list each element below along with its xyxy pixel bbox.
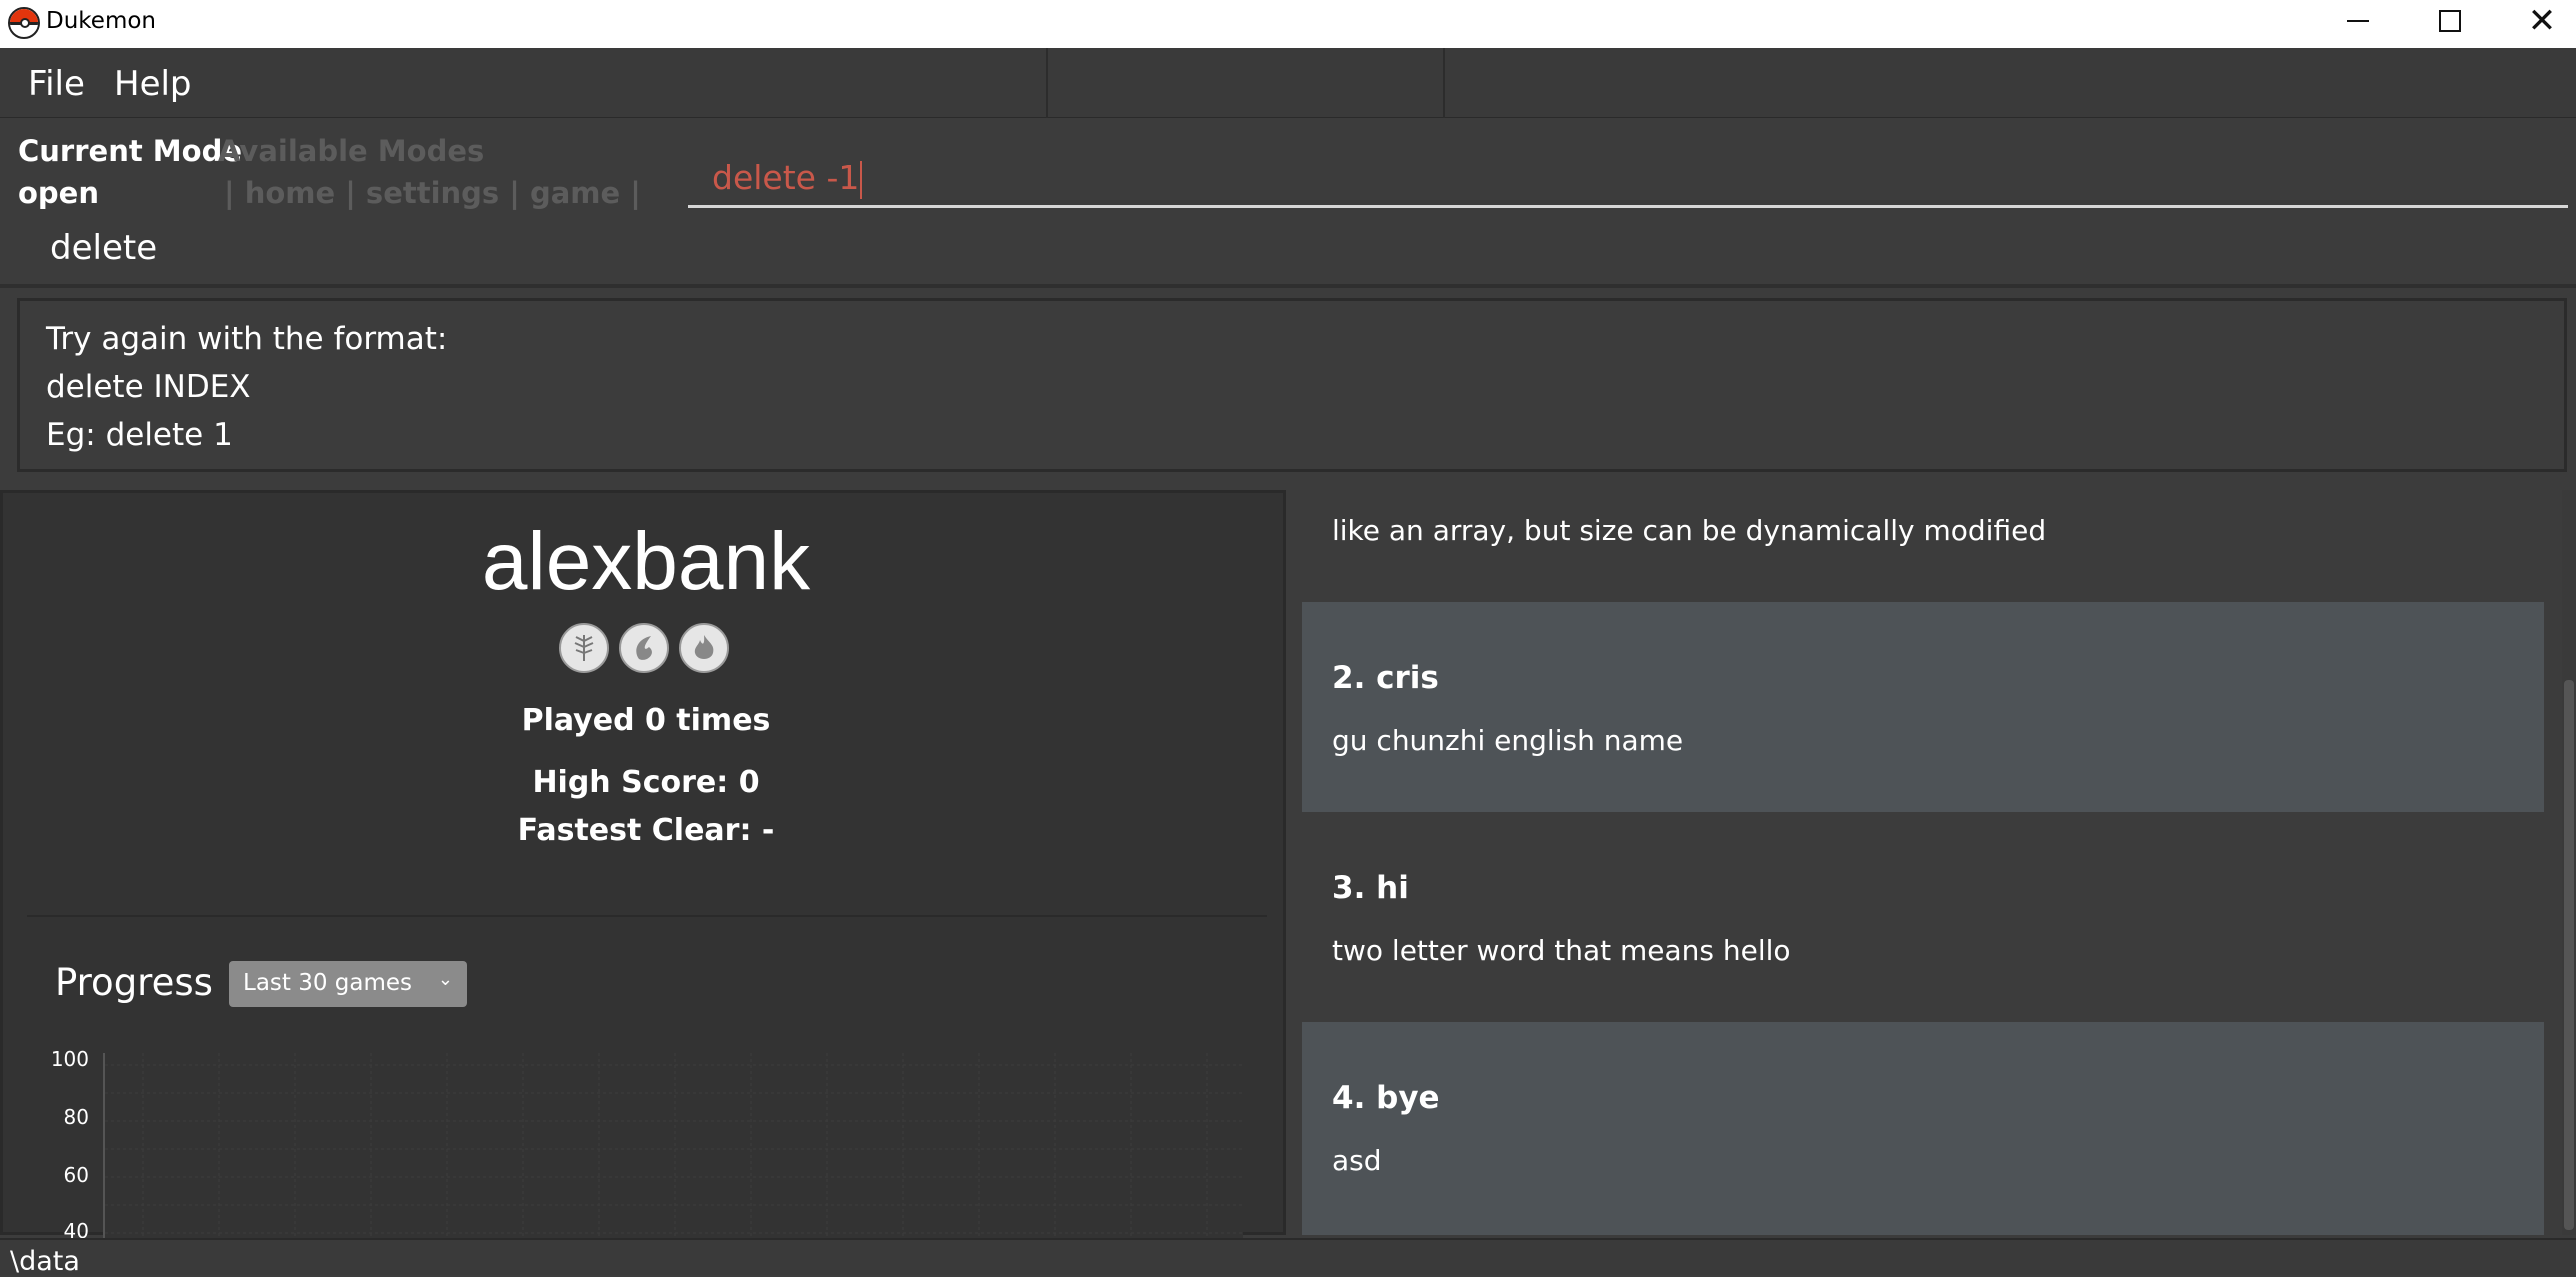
available-modes-list: | home | settings | game | [224,176,641,210]
chart-grid [105,1053,1245,1238]
maximize-icon [2439,10,2461,32]
fastest-clear: Fastest Clear: - [517,813,775,848]
card-title: 2. cris [1332,660,1439,696]
menu-divider [1046,48,1048,118]
title-bar: Dukemon ✕ [0,0,2576,48]
list-item[interactable]: like an array, but size can be dynamical… [1302,490,2544,582]
minimize-icon [2347,20,2369,22]
command-input-text: delete -1 [712,158,863,199]
list-item[interactable]: 4. bye asd [1302,1022,2544,1235]
result-display: Try again with the format: delete INDEX … [17,298,2567,472]
word-list-panel: like an array, but size can be dynamical… [1288,490,2576,1235]
result-line: Try again with the format: [46,321,448,357]
divider [27,915,1267,917]
command-input[interactable]: delete -1 [688,148,2568,208]
pokeball-icon [8,7,40,39]
chevron-down-icon: ⌄ [437,969,453,990]
played-count: Played 0 times [521,703,771,738]
current-mode-label: Current Mode [18,134,243,168]
current-mode-value: open [18,176,99,210]
close-button[interactable]: ✕ [2496,0,2576,42]
status-bar: \data [0,1238,2576,1277]
result-line: delete INDEX [46,369,251,405]
close-icon: ✕ [2527,1,2557,41]
card-description: asd [1332,1144,1382,1177]
progress-label: Progress [55,961,213,1004]
scrollbar-thumb[interactable] [2564,680,2574,1230]
menu-help[interactable]: Help [114,64,192,104]
available-modes-label: Available Modes [218,134,485,168]
grass-badge-icon [559,623,609,673]
card-title: 3. hi [1332,870,1409,906]
text-caret [860,160,863,199]
y-tick-label: 60 [63,1163,89,1187]
menu-file[interactable]: File [28,64,85,104]
card-description: like an array, but size can be dynamical… [1332,514,2047,547]
menu-divider [1443,48,1445,118]
y-tick-label: 100 [50,1047,89,1071]
minimize-button[interactable] [2312,0,2404,42]
fire-badge-icon [679,623,729,673]
progress-range-dropdown[interactable]: Last 30 games ⌄ [229,961,467,1007]
window-title: Dukemon [46,8,156,34]
data-path: \data [10,1246,80,1277]
card-description: gu chunzhi english name [1332,724,1684,757]
result-line: Eg: delete 1 [46,417,233,453]
progress-range-value: Last 30 games [243,970,413,996]
y-tick-label: 80 [63,1105,89,1129]
list-item[interactable]: 2. cris gu chunzhi english name [1302,602,2544,812]
card-title: 4. bye [1332,1080,1440,1116]
maximize-button[interactable] [2404,0,2496,42]
water-badge-icon [619,623,669,673]
card-description: two letter word that means hello [1332,934,1791,967]
menu-bar: File Help [0,48,2576,118]
mode-command-bar: Current Mode open Available Modes | home… [0,118,2576,288]
mode-text: delete [50,228,158,268]
high-score: High Score: 0 [532,765,760,800]
username: alexbank [481,516,811,607]
profile-panel: alexbank Played 0 times High Score: 0 Fa… [0,490,1286,1243]
list-item[interactable]: 3. hi two letter word that means hello [1302,812,2544,1022]
progress-chart [103,1053,1245,1238]
